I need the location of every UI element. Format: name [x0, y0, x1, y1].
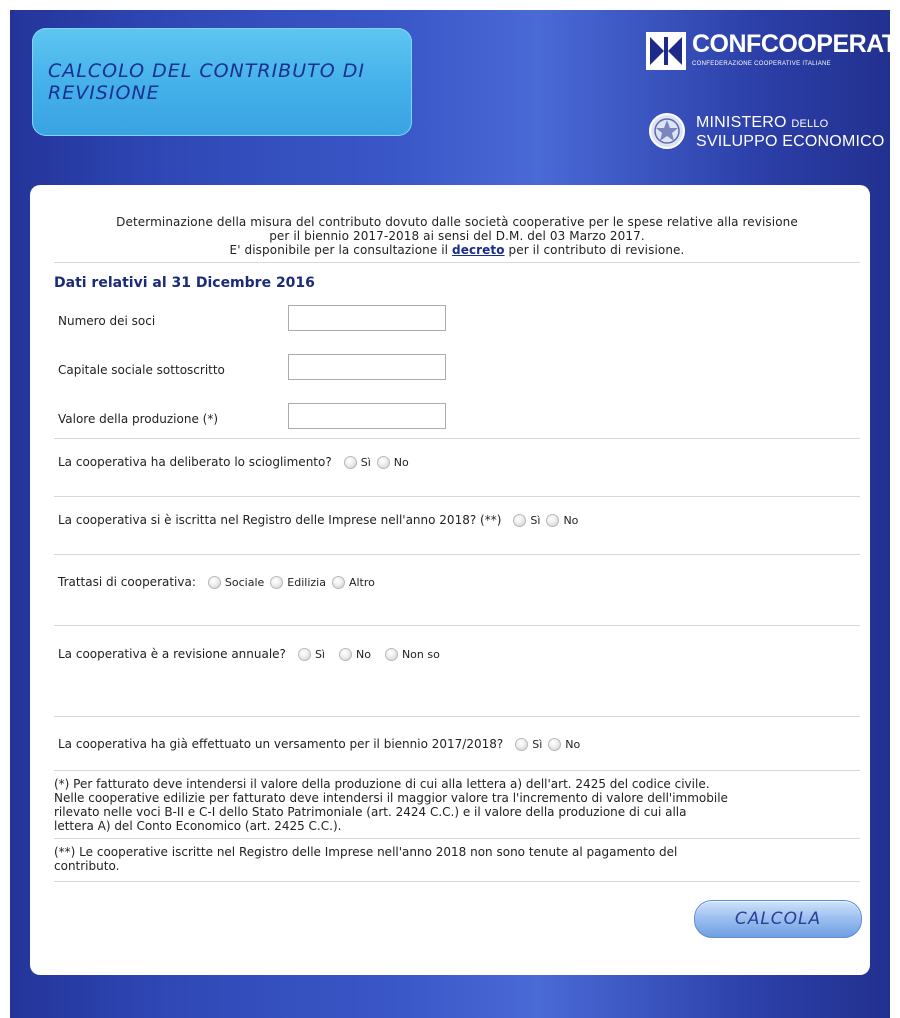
divider [54, 496, 860, 497]
revisione-no-option[interactable]: No [338, 647, 371, 661]
intro-text: Determinazione della misura del contribu… [116, 215, 798, 257]
scioglimento-si-option[interactable]: Sì [343, 455, 371, 469]
question-registro: La cooperativa si è iscritta nel Registr… [58, 513, 579, 527]
radio-icon[interactable] [297, 647, 311, 661]
footnote-fatturato: (*) Per fatturato deve intendersi il val… [54, 777, 728, 833]
radio-icon[interactable] [338, 647, 352, 661]
divider [54, 554, 860, 555]
versamento-no-option[interactable]: No [548, 737, 580, 751]
radio-icon[interactable] [548, 737, 562, 751]
radio-icon[interactable] [513, 513, 527, 527]
divider [54, 625, 860, 626]
app-title: CALCOLO DEL CONTRIBUTO DI REVISIONE [48, 60, 365, 104]
ministero-seal-icon [649, 113, 685, 149]
tipo-sociale-option[interactable]: Sociale [207, 575, 264, 589]
question-revisione: La cooperativa è a revisione annuale? Sì… [58, 647, 440, 661]
registro-si-option[interactable]: Sì [513, 513, 540, 527]
page-background: CALCOLO DEL CONTRIBUTO DI REVISIONE CONF… [10, 10, 900, 1018]
question-versamento: La cooperativa ha già effettuato un vers… [58, 737, 581, 751]
capitale-label: Capitale sociale sottoscritto [58, 363, 225, 377]
produzione-input[interactable] [288, 403, 446, 429]
tipo-edilizia-option[interactable]: Edilizia [270, 575, 326, 589]
form-panel: Determinazione della misura del contribu… [30, 185, 870, 975]
app-title-banner: CALCOLO DEL CONTRIBUTO DI REVISIONE [32, 28, 412, 136]
radio-icon[interactable] [270, 575, 284, 589]
radio-icon[interactable] [376, 455, 390, 469]
footnote-registro: (**) Le cooperative iscritte nel Registr… [54, 845, 678, 873]
soci-label: Numero dei soci [58, 314, 156, 328]
radio-icon[interactable] [343, 455, 357, 469]
divider [54, 438, 860, 439]
revisione-si-option[interactable]: Sì [297, 647, 325, 661]
radio-icon[interactable] [546, 513, 560, 527]
divider [54, 838, 860, 839]
capitale-input[interactable] [288, 354, 446, 380]
soci-input[interactable] [288, 305, 446, 331]
confcooperative-mark-icon [646, 32, 686, 70]
divider [54, 262, 860, 263]
registro-no-option[interactable]: No [546, 513, 578, 527]
section-title: Dati relativi al 31 Dicembre 2016 [54, 275, 315, 291]
calcola-button[interactable]: CALCOLA [694, 900, 862, 938]
tipo-altro-option[interactable]: Altro [331, 575, 375, 589]
radio-icon[interactable] [384, 647, 398, 661]
scioglimento-no-option[interactable]: No [376, 455, 409, 469]
versamento-si-option[interactable]: Sì [515, 737, 542, 751]
radio-icon[interactable] [515, 737, 529, 751]
decreto-link[interactable]: decreto [452, 243, 505, 257]
divider [54, 770, 860, 771]
confcooperative-name: CONFCOOPERATIVE [692, 30, 900, 58]
revisione-nonso-option[interactable]: Non so [384, 647, 440, 661]
produzione-label: Valore della produzione (*) [58, 412, 219, 426]
divider [54, 716, 860, 717]
radio-icon[interactable] [207, 575, 221, 589]
question-scioglimento: La cooperativa ha deliberato lo scioglim… [58, 455, 409, 469]
ministero-line1: MINISTERO DELLO [696, 114, 829, 131]
confcooperative-logo: CONFCOOPERATIVE CONFEDERAZIONE COOPERATI… [646, 30, 900, 76]
question-tipo: Trattasi di cooperativa: Sociale Edilizi… [58, 575, 375, 589]
divider [54, 881, 860, 882]
confcooperative-subtitle: CONFEDERAZIONE COOPERATIVE ITALIANE [692, 61, 831, 67]
radio-icon[interactable] [331, 575, 345, 589]
ministero-logo: MINISTERO DELLO SVILUPPO ECONOMICO [648, 106, 888, 156]
ministero-line2: SVILUPPO ECONOMICO [696, 133, 885, 150]
